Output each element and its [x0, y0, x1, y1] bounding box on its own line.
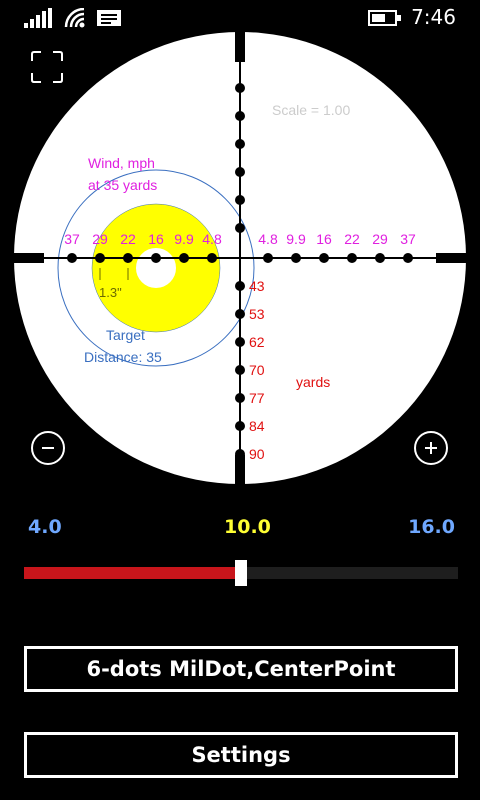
wind-value: 16 — [148, 231, 164, 247]
wind-value: 9.9 — [174, 231, 194, 247]
slider-thumb[interactable] — [235, 560, 247, 586]
target-size-label: 1.3" — [99, 285, 122, 300]
wind-value: 4.8 — [258, 231, 278, 247]
post-top — [235, 32, 245, 62]
wind-label-line2: at 35 yards — [88, 177, 157, 193]
range-value: 90 — [249, 446, 265, 462]
zoom-current-label: 10.0 — [224, 516, 271, 538]
zoom-labels: 4.0 10.0 16.0 — [0, 512, 480, 542]
slider-fill — [24, 567, 241, 579]
post-right — [436, 253, 466, 263]
wind-value: 22 — [120, 231, 136, 247]
wind-value: 29 — [92, 231, 108, 247]
zoom-out-button[interactable] — [31, 431, 65, 465]
minus-icon — [42, 447, 54, 449]
wind-value: 9.9 — [286, 231, 306, 247]
range-value: 62 — [249, 334, 265, 350]
zoom-in-button[interactable] — [414, 431, 448, 465]
wind-value: 29 — [372, 231, 388, 247]
post-bottom — [235, 455, 245, 485]
range-value: 77 — [249, 390, 265, 406]
wind-value: 37 — [64, 231, 80, 247]
range-value: 84 — [249, 418, 265, 434]
range-unit-label: yards — [296, 374, 330, 390]
scale-label: Scale = 1.00 — [272, 102, 350, 118]
zoom-min-label: 4.0 — [28, 516, 62, 538]
zoom-max-label: 16.0 — [408, 516, 455, 538]
fullscreen-icon[interactable] — [30, 50, 64, 84]
scope-view[interactable]: 1.3" Scale = 1.00 Wind, mph at 35 yards … — [0, 0, 480, 500]
post-left — [14, 253, 44, 263]
range-value: 43 — [249, 278, 265, 294]
wind-label-line1: Wind, mph — [88, 155, 155, 171]
reticle-select-button[interactable]: 6-dots MilDot,CenterPoint — [24, 646, 458, 692]
wind-value: 4.8 — [202, 231, 222, 247]
plus-icon — [425, 442, 437, 454]
range-value: 53 — [249, 306, 265, 322]
wind-value: 22 — [344, 231, 360, 247]
zoom-slider[interactable] — [24, 560, 458, 588]
settings-button[interactable]: Settings — [24, 732, 458, 778]
target-label-line2: Distance: 35 — [84, 349, 162, 365]
range-value: 70 — [249, 362, 265, 378]
wind-value: 16 — [316, 231, 332, 247]
target-label-line1: Target — [106, 327, 145, 343]
wind-value: 37 — [400, 231, 416, 247]
